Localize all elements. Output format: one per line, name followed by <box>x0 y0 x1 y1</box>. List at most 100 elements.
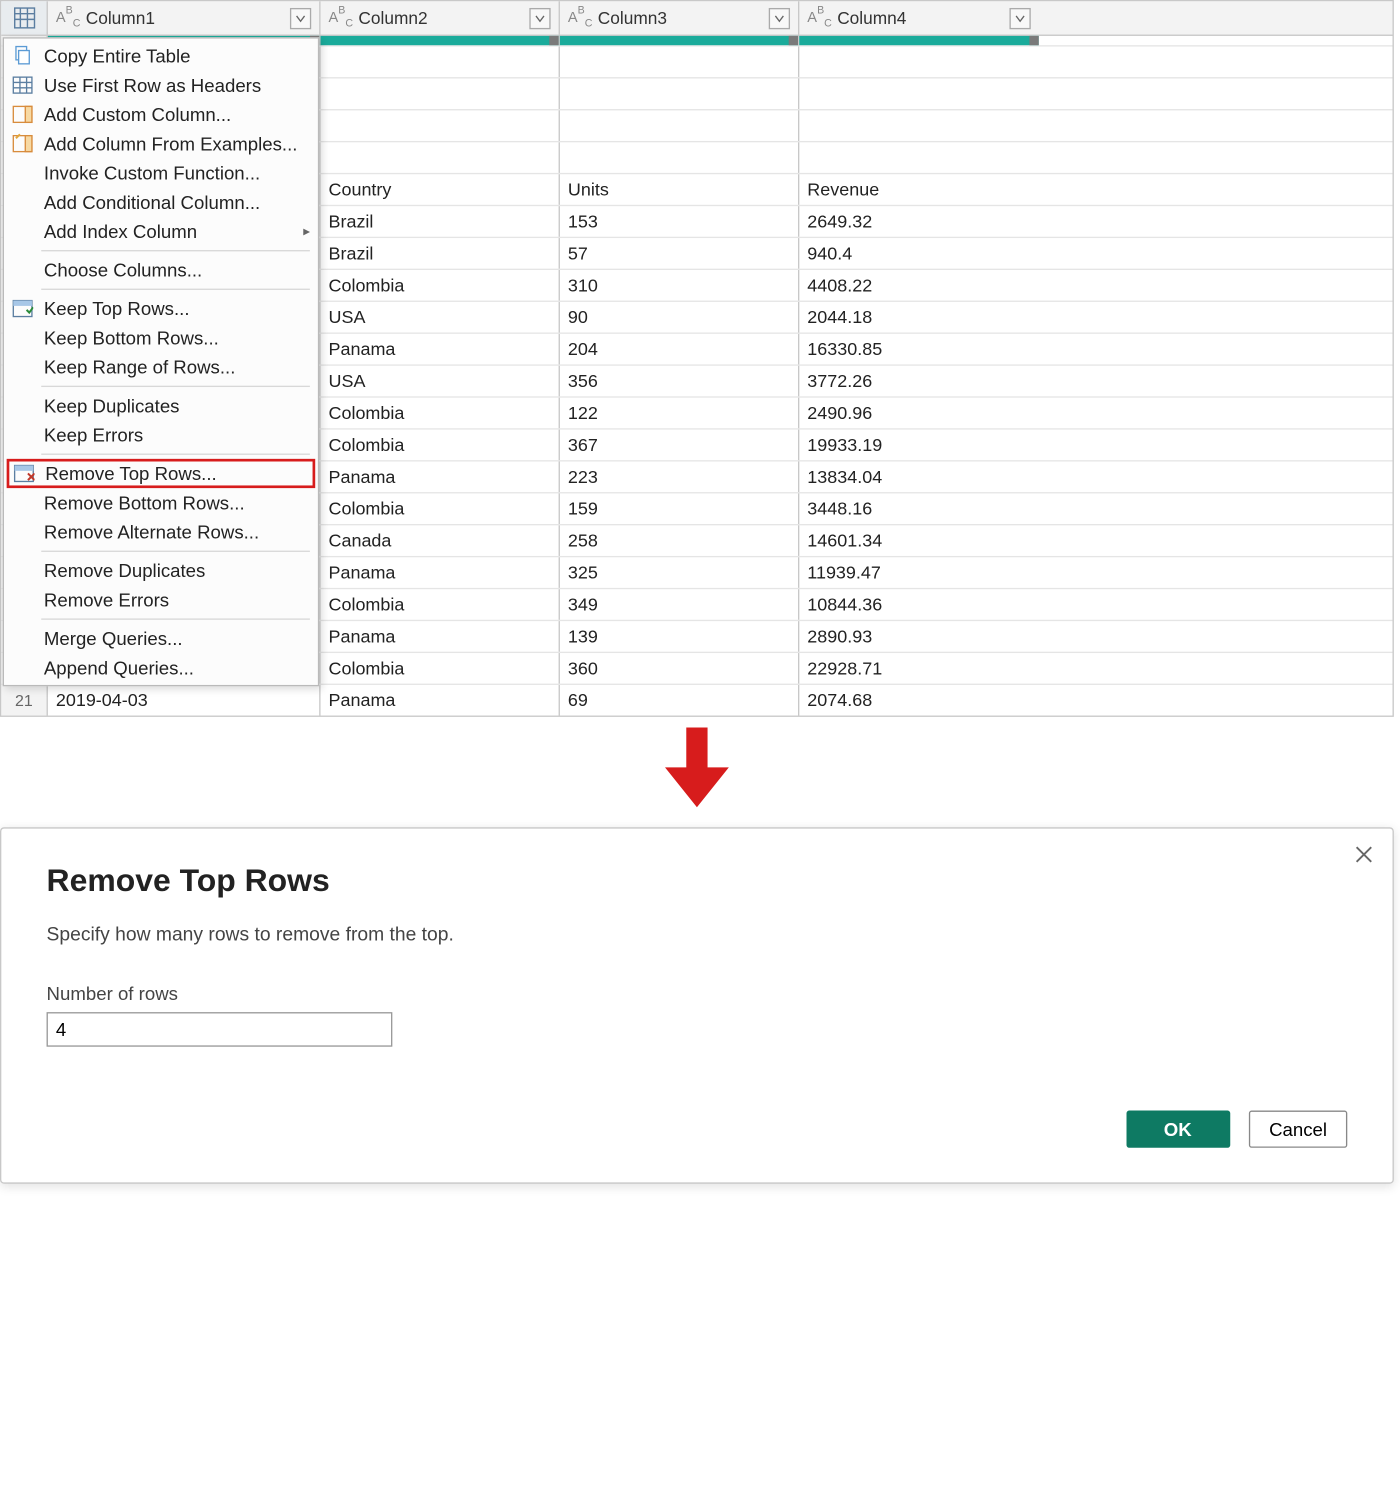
row-number: 21 <box>1 685 48 716</box>
menu-item[interactable]: Remove Errors <box>4 585 318 614</box>
data-table: ABC Column1 ABC Column2 ABC Column3 ABC … <box>0 0 1394 717</box>
cell-c2 <box>321 47 560 78</box>
cell-c4: 2490.96 <box>799 398 1038 429</box>
ok-button[interactable]: OK <box>1126 1111 1230 1148</box>
cell-c4: 10844.36 <box>799 589 1038 620</box>
cell-c3: 90 <box>560 302 799 333</box>
menu-item-label: Keep Bottom Rows... <box>44 327 219 348</box>
cell-c2 <box>321 142 560 173</box>
menu-item[interactable]: Keep Bottom Rows... <box>4 323 318 352</box>
menu-item[interactable]: Choose Columns... <box>4 255 318 284</box>
cell-c2: Colombia <box>321 589 560 620</box>
cell-c3: 356 <box>560 366 799 397</box>
cell-c4: 22928.71 <box>799 653 1038 684</box>
cell-c3: 204 <box>560 334 799 365</box>
menu-item[interactable]: Remove Alternate Rows... <box>4 517 318 546</box>
menu-item-label: Remove Alternate Rows... <box>44 521 259 542</box>
column-header-4[interactable]: ABC Column4 <box>799 1 1038 34</box>
cell-c3: 153 <box>560 206 799 237</box>
menu-item-label: Keep Range of Rows... <box>44 356 235 377</box>
type-icon: ABC <box>329 7 354 29</box>
filter-dropdown-icon[interactable] <box>769 7 790 28</box>
cell-c4: Revenue <box>799 174 1038 205</box>
cell-c3: 349 <box>560 589 799 620</box>
type-icon: ABC <box>807 7 832 29</box>
menu-item-label: Add Index Column <box>44 221 197 242</box>
menu-item[interactable]: Use First Row as Headers <box>4 70 318 99</box>
menu-item[interactable]: Remove Bottom Rows... <box>4 488 318 517</box>
column-header-3[interactable]: ABC Column3 <box>560 1 799 34</box>
cell-c2: Colombia <box>321 270 560 301</box>
flow-arrow <box>0 728 1394 817</box>
menu-item[interactable]: Add Index Column▸ <box>4 217 318 246</box>
menu-item-label: Append Queries... <box>44 657 194 678</box>
column-name: Column2 <box>358 8 427 28</box>
menu-item[interactable]: Keep Range of Rows... <box>4 352 318 381</box>
menu-item[interactable]: Merge Queries... <box>4 624 318 653</box>
cell-c4 <box>799 110 1038 141</box>
menu-item[interactable]: Add Column From Examples... <box>4 129 318 158</box>
menu-item-label: Merge Queries... <box>44 628 183 649</box>
menu-item-label: Remove Duplicates <box>44 560 205 581</box>
cell-c3: 159 <box>560 493 799 524</box>
table-menu-button[interactable] <box>1 1 48 34</box>
cell-c3: 360 <box>560 653 799 684</box>
close-icon <box>1354 845 1374 865</box>
menu-item[interactable]: Append Queries... <box>4 653 318 682</box>
cell-c3 <box>560 78 799 109</box>
remove-top-rows-dialog: Remove Top Rows Specify how many rows to… <box>0 827 1394 1183</box>
menu-item[interactable]: Remove Top Rows... <box>7 459 316 488</box>
cell-c3: 139 <box>560 621 799 652</box>
column-header-1[interactable]: ABC Column1 <box>48 1 321 34</box>
cell-c3 <box>560 47 799 78</box>
number-of-rows-input[interactable] <box>47 1012 393 1047</box>
cell-c2: Brazil <box>321 238 560 269</box>
copy-icon <box>11 44 35 68</box>
menu-separator <box>41 250 310 251</box>
cell-c4: 940.4 <box>799 238 1038 269</box>
cell-c2: Panama <box>321 685 560 716</box>
cell-c4: 2649.32 <box>799 206 1038 237</box>
cell-c4: 13834.04 <box>799 462 1038 493</box>
cell-c4: 19933.19 <box>799 430 1038 461</box>
menu-item[interactable]: Add Conditional Column... <box>4 188 318 217</box>
cell-c4: 11939.47 <box>799 557 1038 588</box>
cell-c2: USA <box>321 302 560 333</box>
cell-c3: 122 <box>560 398 799 429</box>
column-name: Column1 <box>86 8 155 28</box>
cell-c4: 3772.26 <box>799 366 1038 397</box>
cell-c2: Panama <box>321 621 560 652</box>
cell-c3: 69 <box>560 685 799 716</box>
close-button[interactable] <box>1354 845 1374 872</box>
table-row[interactable]: 212019-04-03Panama692074.68 <box>1 684 1392 716</box>
cell-c4: 4408.22 <box>799 270 1038 301</box>
cell-c2: Colombia <box>321 493 560 524</box>
cell-c3 <box>560 142 799 173</box>
cell-c4: 14601.34 <box>799 525 1038 556</box>
menu-item[interactable]: Copy Entire Table <box>4 41 318 70</box>
filter-dropdown-icon[interactable] <box>1009 7 1030 28</box>
menu-item[interactable]: Keep Duplicates <box>4 391 318 420</box>
table-header-row: ABC Column1 ABC Column2 ABC Column3 ABC … <box>1 1 1392 36</box>
cell-c3: 57 <box>560 238 799 269</box>
menu-item-label: Add Conditional Column... <box>44 192 260 213</box>
cancel-button[interactable]: Cancel <box>1249 1111 1347 1148</box>
filter-dropdown-icon[interactable] <box>290 7 311 28</box>
cell-c3: 367 <box>560 430 799 461</box>
table-context-menu: Copy Entire Table Use First Row as Header… <box>3 37 320 686</box>
menu-item[interactable]: Keep Errors <box>4 420 318 449</box>
menu-item[interactable]: Remove Duplicates <box>4 556 318 585</box>
cell-c3: 258 <box>560 525 799 556</box>
menu-separator <box>41 454 310 455</box>
menu-item[interactable]: Keep Top Rows... <box>4 294 318 323</box>
menu-item[interactable]: Add Custom Column... <box>4 100 318 129</box>
cell-c4: 2890.93 <box>799 621 1038 652</box>
menu-item-label: Keep Errors <box>44 424 143 445</box>
column-name: Column4 <box>837 8 906 28</box>
cell-c2: Panama <box>321 557 560 588</box>
filter-dropdown-icon[interactable] <box>529 7 550 28</box>
menu-item-label: Add Column From Examples... <box>44 133 298 154</box>
menu-item[interactable]: Invoke Custom Function... <box>4 158 318 187</box>
column-header-2[interactable]: ABC Column2 <box>321 1 560 34</box>
menu-item-label: Copy Entire Table <box>44 45 191 66</box>
